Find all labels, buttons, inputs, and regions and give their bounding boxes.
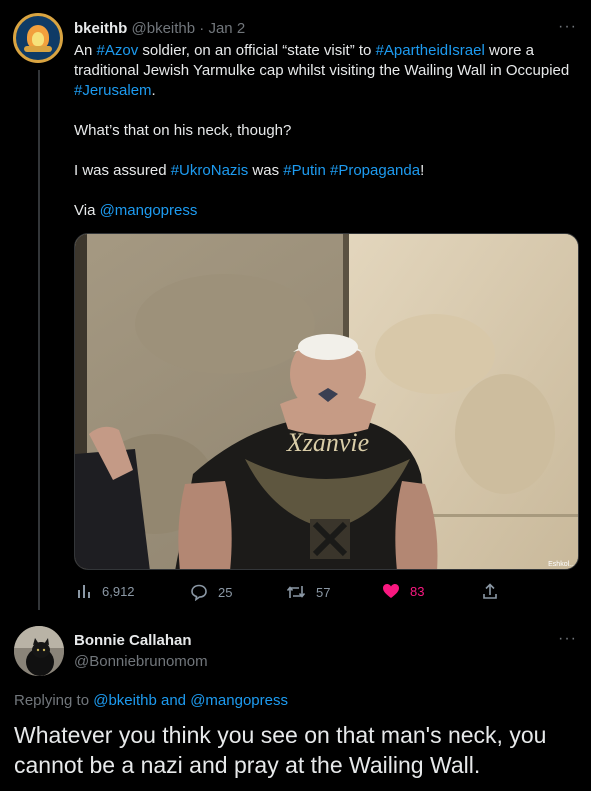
hashtag-apartheidisrael[interactable]: #ApartheidIsrael [376,42,485,59]
avatar[interactable] [13,13,63,63]
separator: · [199,20,205,37]
mention-mangopress[interactable]: @mangopress [190,692,288,709]
tweet-photo[interactable]: Xzanvie Eshkol... [74,233,579,570]
views-count: 6,912 [102,583,135,599]
thread-connector [38,70,40,610]
text-span: soldier, on an official “state visit” to [138,42,376,59]
reply-icon [191,584,207,601]
share-action[interactable] [482,583,498,600]
retweet-icon [286,586,306,598]
flame-inner [32,32,44,46]
tweet-date[interactable]: Jan 2 [208,20,245,37]
share-icon [483,583,497,599]
analytics-icon [78,585,90,598]
tweet-header: bkeithb @bkeithb · Jan 2 [74,20,245,38]
hashtag-jerusalem[interactable]: #Jerusalem [74,82,152,99]
hashtag-putin[interactable]: #Putin [283,162,326,179]
tweet-paragraph-4: Via @mangopress [74,201,584,221]
tweet-text: An #Azov soldier, on an official “state … [74,41,584,221]
hashtag-azov[interactable]: #Azov [97,42,139,59]
handle[interactable]: @Bonniebrunomom [74,653,208,670]
text-span: I was assured [74,162,171,179]
mention-mangopress[interactable]: @mangopress [100,202,198,219]
replying-and: and [156,692,191,709]
logo-base [24,46,52,52]
display-name[interactable]: bkeithb [74,20,127,37]
avatar[interactable] [14,626,64,676]
text-span: Via [74,202,100,219]
display-name[interactable]: Bonnie Callahan [74,632,192,649]
more-options-icon[interactable]: ··· [558,630,577,648]
shirt-print-text: Xzanvie [286,428,369,457]
tweet-paragraph-2: What’s that on his neck, though? [74,122,292,139]
text-span: was [248,162,284,179]
reply-action[interactable]: 25 [190,583,232,601]
hashtag-propaganda[interactable]: #Propaganda [330,162,420,179]
hashtag-ukronazis[interactable]: #UkroNazis [171,162,249,179]
photo-illustration: Xzanvie Eshkol... [75,234,578,569]
views-action[interactable]: 6,912 [76,583,135,599]
photo-watermark: Eshkol... [548,561,575,568]
retweet-action[interactable]: 57 [286,583,330,601]
cat-photo-icon [14,626,64,676]
reply-count: 25 [218,584,233,600]
original-tweet[interactable]: bkeithb @bkeithb · Jan 2 ··· An #Azov so… [0,0,591,610]
replying-to: Replying to @bkeithb and @mangopress [14,692,288,709]
retweet-count: 57 [316,584,331,600]
more-options-icon[interactable]: ··· [558,18,577,36]
reply-text: Whatever you think you see on that man's… [14,722,547,778]
text-span: ! [420,162,425,179]
text-span: An [74,42,97,59]
tweet-paragraph-3: I was assured #UkroNazis was #Putin #Pro… [74,161,584,181]
handle[interactable]: @bkeithb [132,20,196,37]
heart-icon [383,584,399,598]
text-span: . [151,82,156,99]
like-action[interactable]: 83 [382,583,424,599]
tweet-actions: 6,912 25 57 83 [74,583,584,605]
tweet-paragraph-1: An #Azov soldier, on an official “state … [74,41,584,101]
mention-bkeithb[interactable]: @bkeithb [93,692,157,709]
replying-prefix: Replying to [14,692,94,709]
like-count: 83 [410,583,425,599]
